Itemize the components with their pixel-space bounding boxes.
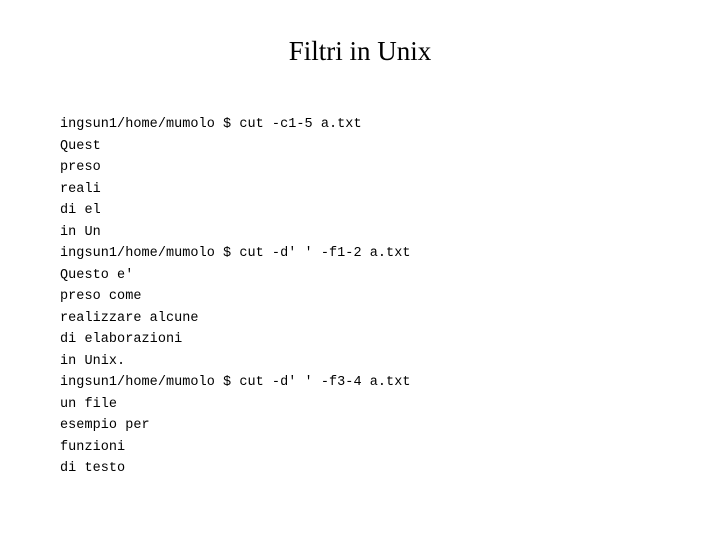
terminal-output-line: un file [60, 396, 118, 412]
terminal-output-line: di el [60, 203, 101, 218]
terminal-output-line: preso [60, 160, 101, 175]
terminal-command-line: ingsun1/home/mumolo $ cut -d' ' -f3-4 a.… [60, 375, 411, 390]
terminal-output-line: di elaborazioni [60, 332, 183, 347]
terminal-output-line: Questo e' [60, 267, 134, 283]
terminal-output-line: realizzare alcune [60, 310, 199, 326]
terminal-output-line: esempio per [60, 418, 150, 433]
terminal-command-line: ingsun1/home/mumolo $ cut -d' ' -f1-2 a.… [60, 246, 411, 261]
terminal-output-line: in Unix. [60, 353, 126, 369]
slide-canvas: Filtri in Unix ingsun1/home/mumolo $ cut… [0, 0, 720, 540]
page-title: Filtri in Unix [288, 36, 432, 66]
terminal-output-line: Quest [60, 138, 101, 154]
terminal-output-line: in Un [60, 224, 101, 240]
terminal-transcript: ingsun1/home/mumolo $ cut -c1-5 a.txt Que… [60, 114, 700, 480]
terminal-output-line: funzioni [60, 439, 126, 455]
terminal-command-line: ingsun1/home/mumolo $ cut -c1-5 a.txt [60, 117, 362, 132]
terminal-output-line: reali [60, 181, 101, 197]
terminal-output-line: di testo [60, 461, 126, 476]
terminal-output-line: preso come [60, 289, 142, 304]
